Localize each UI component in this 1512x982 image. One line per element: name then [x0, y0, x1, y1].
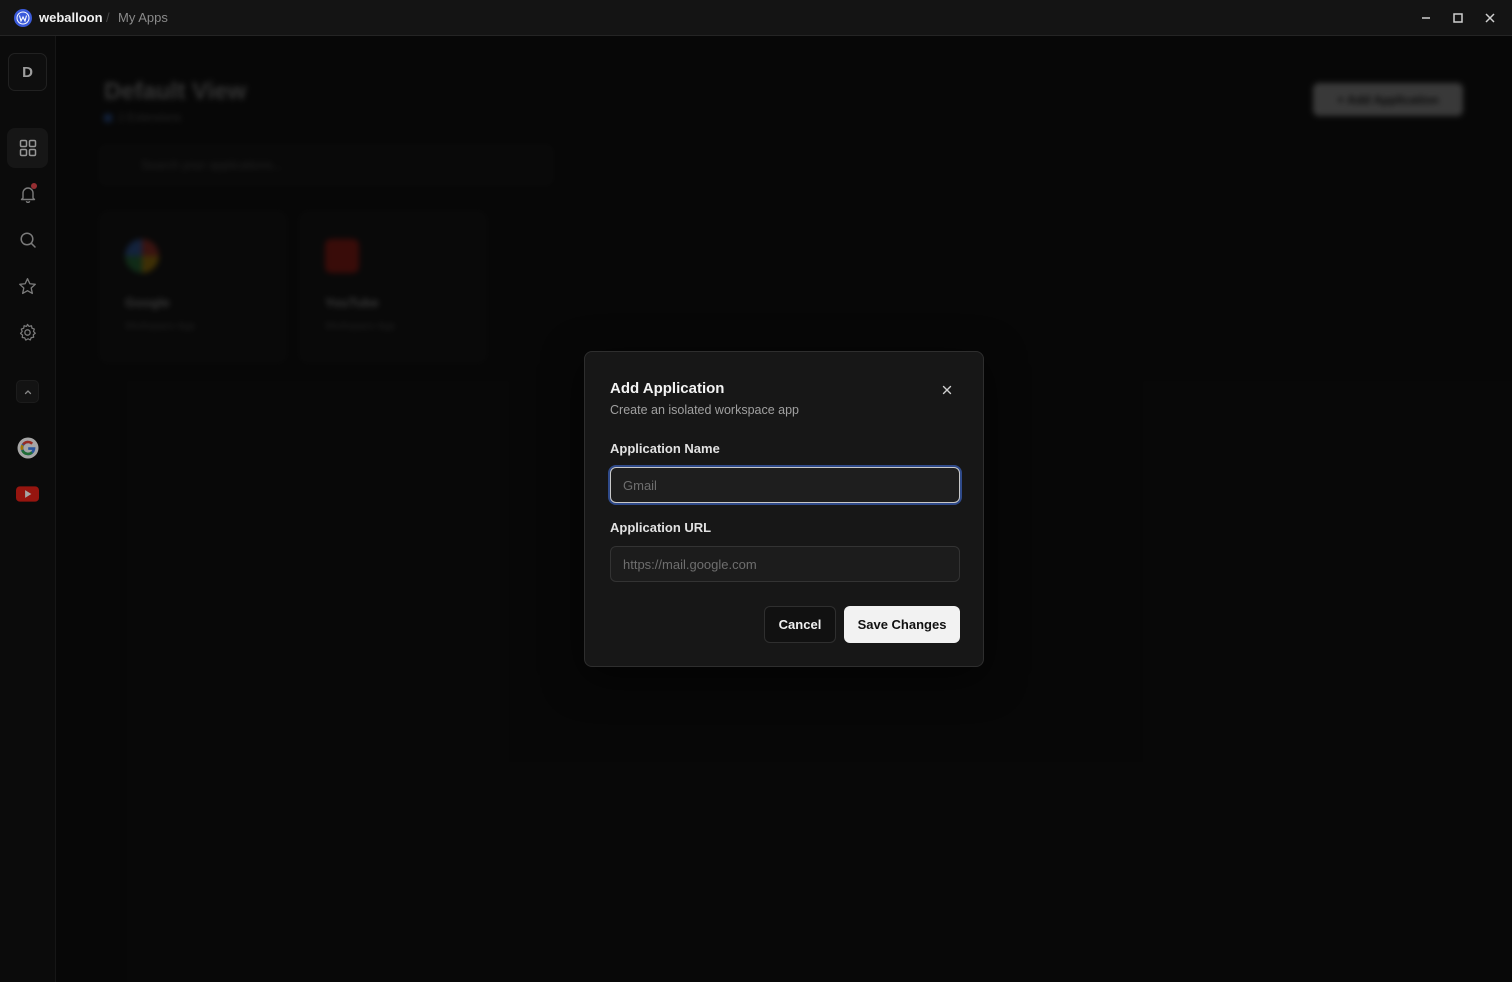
brand-name: weballoon [39, 10, 103, 25]
minimize-icon[interactable] [1416, 8, 1436, 28]
application-url-input[interactable] [610, 546, 960, 582]
save-changes-button[interactable]: Save Changes [844, 606, 960, 643]
dialog-title: Add Application [610, 380, 725, 397]
application-name-label: Application Name [610, 441, 720, 456]
dialog-description: Create an isolated workspace app [610, 403, 800, 417]
application-url-label: Application URL [610, 520, 712, 535]
close-window-icon[interactable] [1480, 8, 1500, 28]
close-icon[interactable] [938, 381, 956, 399]
add-application-dialog: Add Application Create an isolated works… [584, 351, 984, 667]
title-bar: weballoon / My Apps [0, 0, 1512, 36]
weballoon-logo-icon [14, 9, 32, 27]
maximize-icon[interactable] [1448, 8, 1468, 28]
cancel-button[interactable]: Cancel [764, 606, 836, 643]
breadcrumb-separator: / [106, 10, 110, 25]
application-name-input[interactable] [610, 467, 960, 503]
breadcrumb[interactable]: My Apps [118, 10, 168, 25]
